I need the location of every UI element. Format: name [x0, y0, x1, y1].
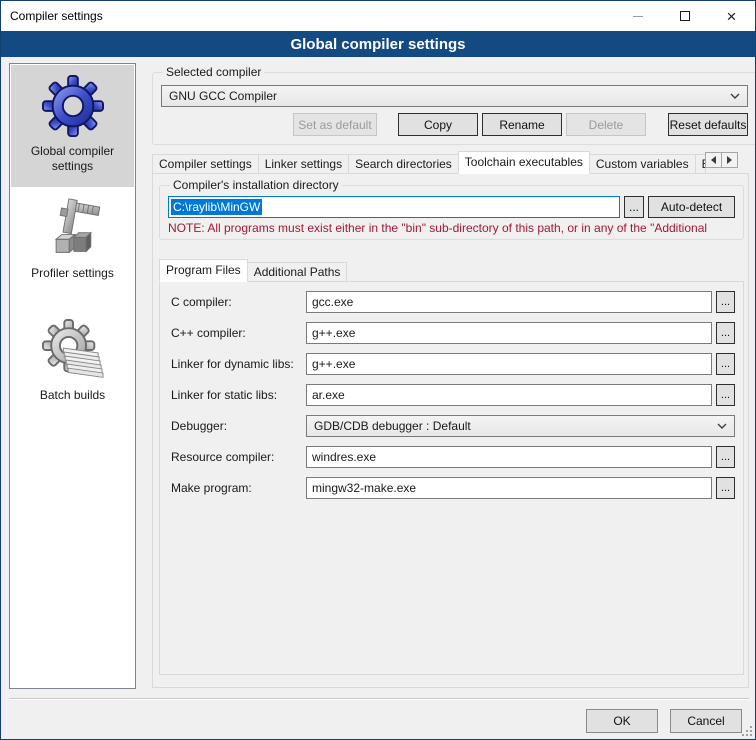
static-linker-input[interactable] [306, 384, 712, 406]
install-dir-input[interactable]: C:\raylib\MinGW [168, 196, 620, 218]
delete-button[interactable]: Delete [566, 113, 646, 136]
field-row-make-program: Make program: ... [171, 476, 735, 499]
reset-defaults-button[interactable]: Reset defaults [668, 113, 748, 136]
browse-resource-compiler-button[interactable]: ... [716, 446, 735, 468]
field-label: Linker for static libs: [171, 388, 306, 402]
cancel-button[interactable]: Cancel [670, 709, 742, 733]
field-row-cpp-compiler: C++ compiler: ... [171, 321, 735, 344]
tab-search-directories[interactable]: Search directories [348, 154, 459, 174]
titlebar[interactable]: Compiler settings × [1, 1, 755, 31]
browse-c-compiler-button[interactable]: ... [716, 291, 735, 313]
sidebar-item-label: Profiler settings [27, 266, 118, 281]
field-label: C++ compiler: [171, 326, 306, 340]
install-dir-selected-text: C:\raylib\MinGW [171, 199, 262, 215]
subtab-program-files[interactable]: Program Files [159, 259, 248, 282]
debugger-dropdown[interactable]: GDB/CDB debugger : Default [306, 415, 735, 437]
settings-tabstrip: Compiler settings Linker settings Search… [152, 151, 749, 174]
field-row-static-linker: Linker for static libs: ... [171, 383, 735, 406]
field-label: Make program: [171, 481, 306, 495]
ok-button[interactable]: OK [586, 709, 658, 733]
selected-compiler-legend: Selected compiler [163, 65, 264, 79]
debugger-value: GDB/CDB debugger : Default [314, 419, 711, 433]
close-button[interactable]: × [708, 1, 755, 31]
browse-dynamic-linker-button[interactable]: ... [716, 353, 735, 375]
page-title: Global compiler settings [1, 31, 755, 57]
dynamic-linker-input[interactable] [306, 353, 712, 375]
field-label: Resource compiler: [171, 450, 306, 464]
auto-detect-button[interactable]: Auto-detect [648, 196, 735, 218]
minimize-icon [633, 16, 643, 17]
sidebar-item-label: Global compiler settings [11, 144, 134, 174]
tab-scroll-buttons [706, 152, 738, 168]
tab-custom-variables[interactable]: Custom variables [589, 154, 696, 174]
selected-compiler-group: Selected compiler GNU GCC Compiler Set a… [152, 65, 756, 145]
selected-compiler-value: GNU GCC Compiler [169, 89, 724, 103]
c-compiler-input[interactable] [306, 291, 712, 313]
tab-compiler-settings[interactable]: Compiler settings [152, 154, 259, 174]
toolchain-executables-panel: Compiler's installation directory C:\ray… [152, 173, 749, 688]
gear-blue-icon [41, 74, 105, 138]
program-files-panel: C compiler: ... C++ compiler: ... Linker… [159, 281, 744, 675]
maximize-icon [680, 11, 690, 21]
sidebar-item-global-compiler-settings[interactable]: Global compiler settings [11, 65, 134, 187]
browse-cpp-compiler-button[interactable]: ... [716, 322, 735, 344]
gear-stack-icon [41, 318, 105, 382]
tab-toolchain-executables[interactable]: Toolchain executables [458, 151, 590, 174]
selected-compiler-dropdown[interactable]: GNU GCC Compiler [161, 85, 748, 107]
resource-compiler-input[interactable] [306, 446, 712, 468]
chevron-down-icon [730, 93, 740, 99]
chevron-down-icon [717, 423, 727, 429]
copy-button[interactable]: Copy [398, 113, 478, 136]
cpp-compiler-input[interactable] [306, 322, 712, 344]
sidebar-item-label: Batch builds [36, 388, 109, 403]
caliper-icon [41, 196, 105, 260]
field-label: Debugger: [171, 419, 306, 433]
arrow-left-icon [711, 156, 716, 164]
field-row-c-compiler: C compiler: ... [171, 290, 735, 313]
arrow-right-icon [727, 156, 732, 164]
subtab-additional-paths[interactable]: Additional Paths [247, 262, 348, 282]
sidebar-item-profiler-settings[interactable]: Profiler settings [11, 187, 134, 309]
field-label: C compiler: [171, 295, 306, 309]
resize-grip[interactable] [741, 725, 753, 737]
settings-category-list: Global compiler settings [9, 63, 136, 689]
maximize-button[interactable] [661, 1, 708, 31]
field-row-dynamic-linker: Linker for dynamic libs: ... [171, 352, 735, 375]
tab-scroll-right-button[interactable] [721, 152, 738, 168]
field-row-debugger: Debugger: GDB/CDB debugger : Default [171, 414, 735, 437]
field-label: Linker for dynamic libs: [171, 357, 306, 371]
rename-button[interactable]: Rename [482, 113, 562, 136]
tab-scroll-left-button[interactable] [705, 152, 722, 168]
footer-divider [9, 698, 749, 700]
browse-static-linker-button[interactable]: ... [716, 384, 735, 406]
note-text: NOTE: All programs must exist either in … [168, 221, 735, 235]
field-row-resource-compiler: Resource compiler: ... [171, 445, 735, 468]
minimize-button[interactable] [614, 1, 661, 31]
installation-directory-group: Compiler's installation directory C:\ray… [159, 178, 744, 240]
close-icon: × [727, 8, 737, 25]
browse-make-program-button[interactable]: ... [716, 477, 735, 499]
set-as-default-button[interactable]: Set as default [293, 113, 377, 136]
sidebar-item-batch-builds[interactable]: Batch builds [11, 309, 134, 431]
installation-directory-row: C:\raylib\MinGW ... Auto-detect [168, 196, 735, 218]
compiler-actions-row: Set as default Copy Rename Delete Reset … [161, 113, 748, 136]
window-title: Compiler settings [1, 1, 614, 31]
browse-install-dir-button[interactable]: ... [624, 196, 644, 218]
programs-subtabstrip: Program Files Additional Paths [159, 259, 347, 282]
make-program-input[interactable] [306, 477, 712, 499]
installation-directory-legend: Compiler's installation directory [170, 178, 342, 192]
tab-linker-settings[interactable]: Linker settings [258, 154, 349, 174]
dialog-body: Global compiler settings [1, 57, 755, 739]
compiler-settings-dialog: Compiler settings × Global compiler sett… [0, 0, 756, 740]
